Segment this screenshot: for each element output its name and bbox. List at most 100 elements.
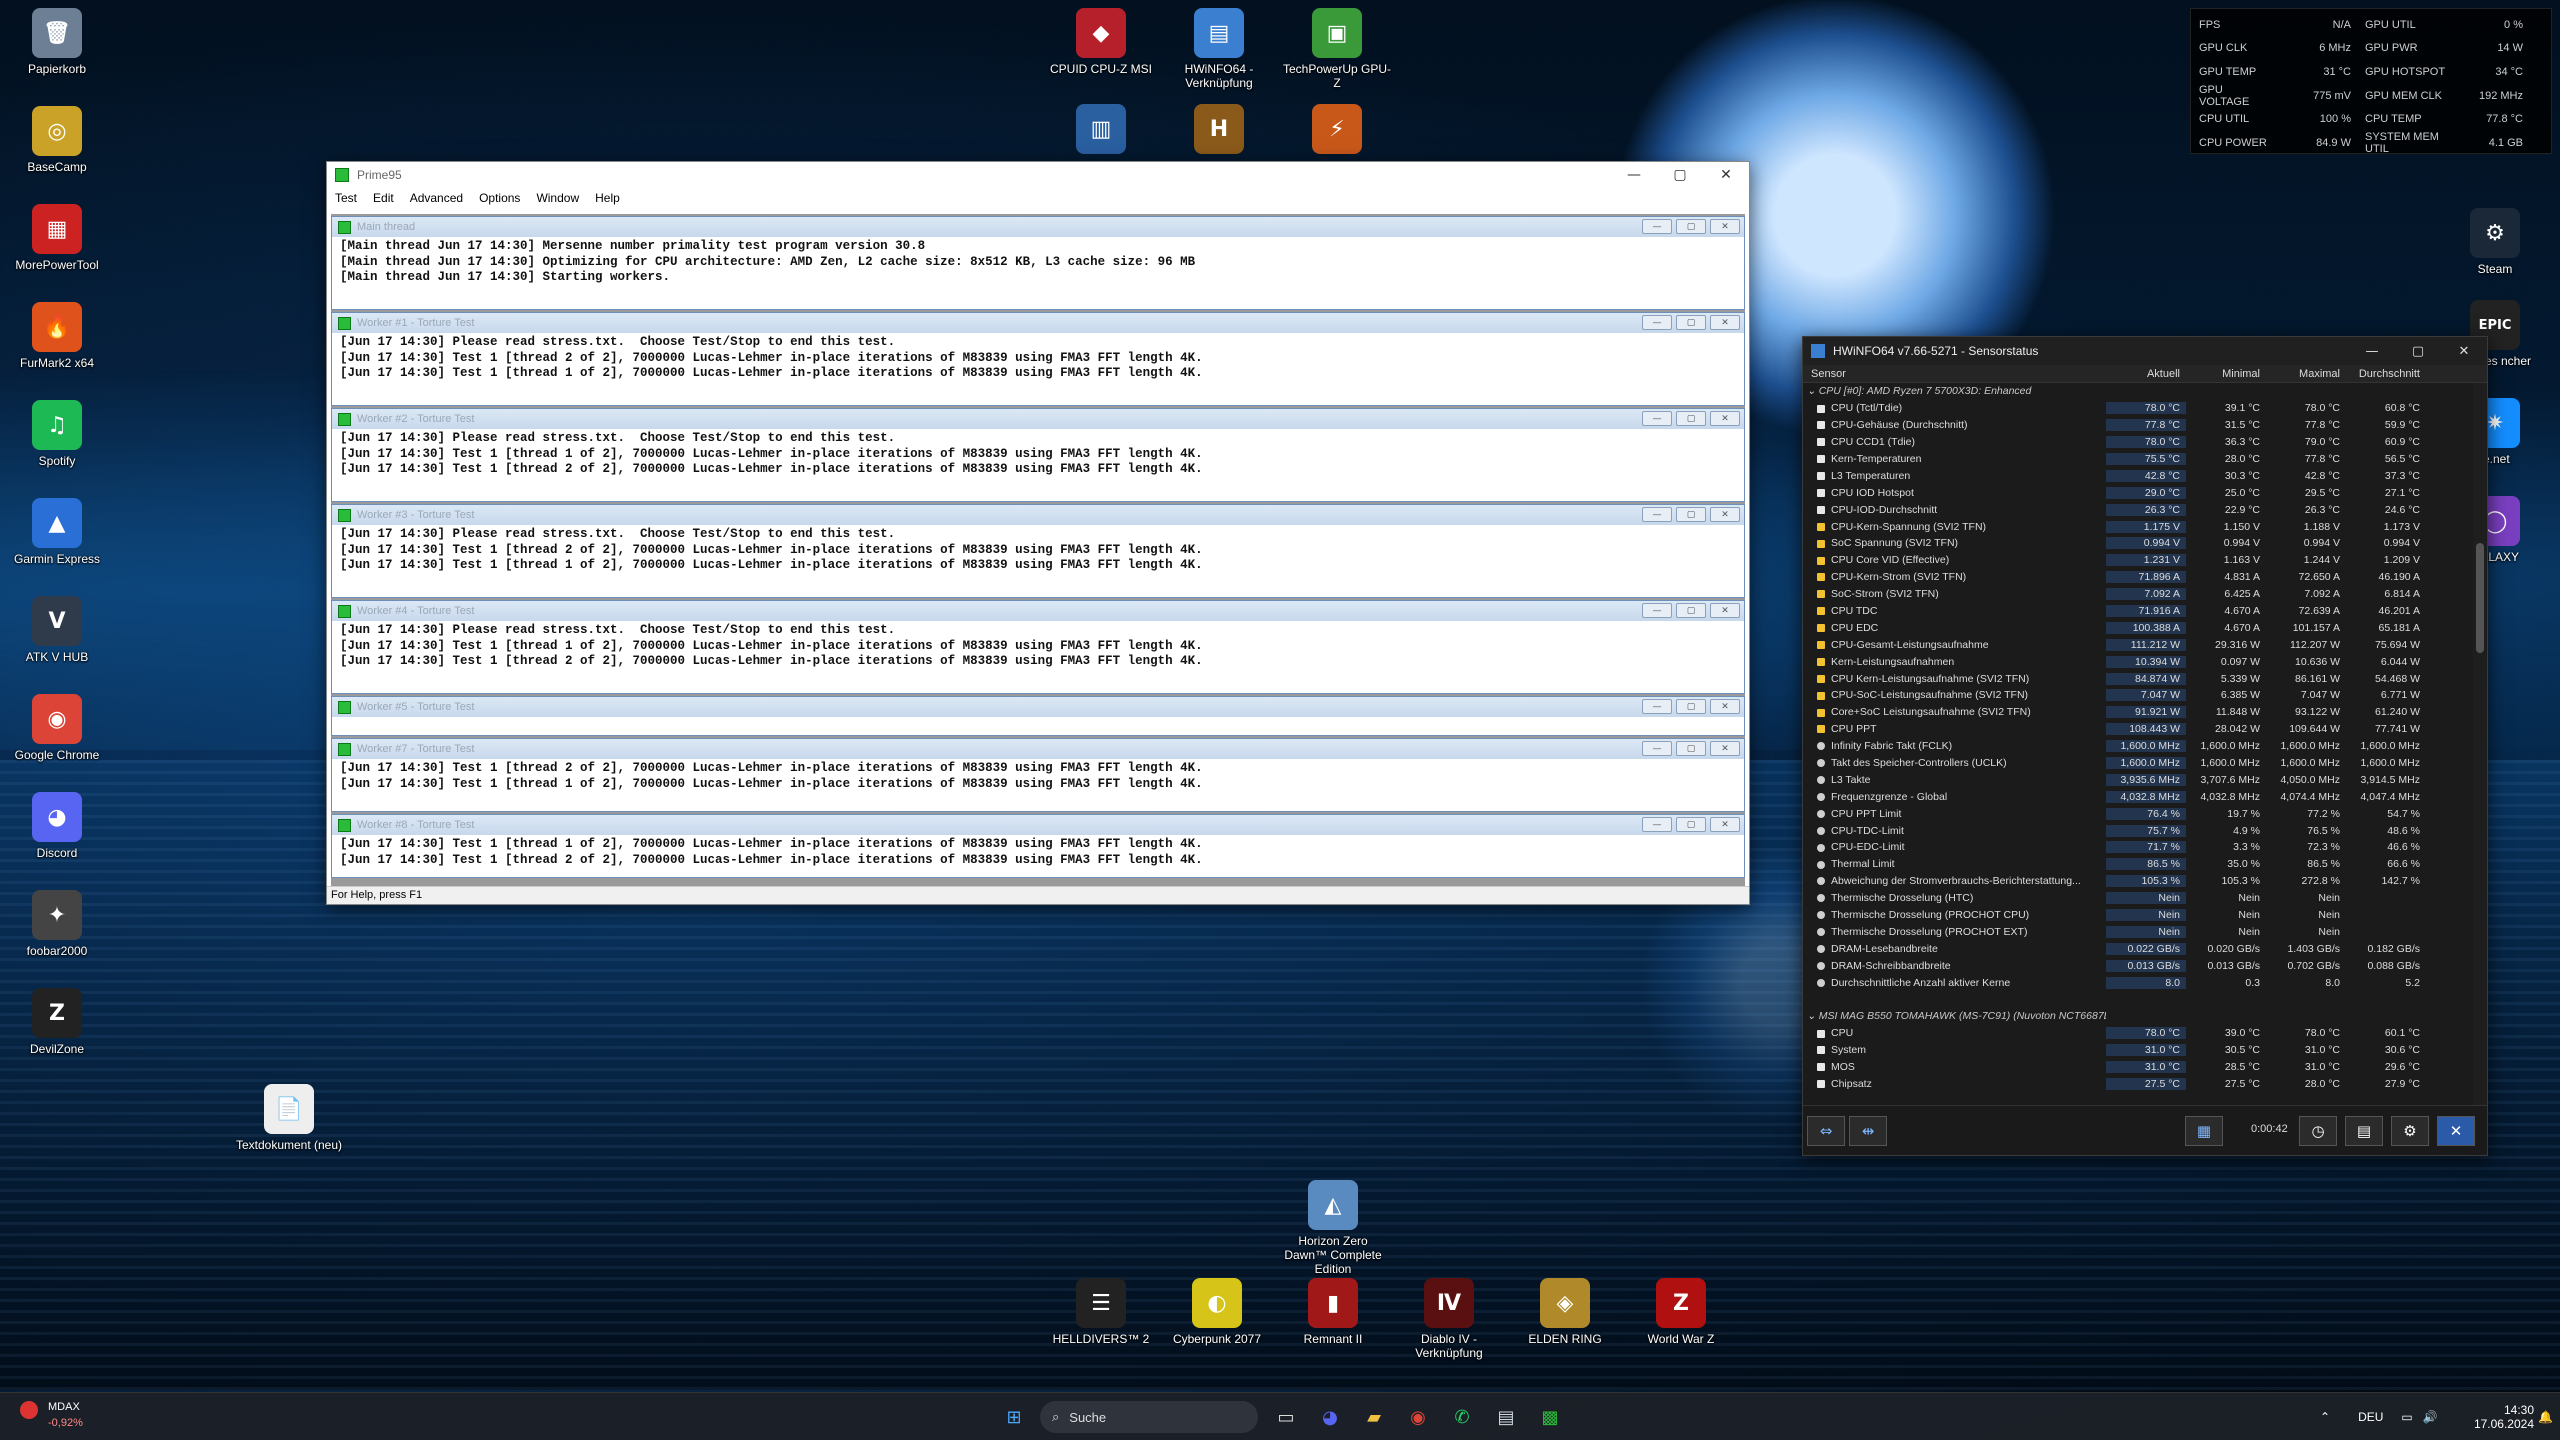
maximize-button[interactable]: ▢ (1676, 411, 1706, 426)
minimize-button[interactable]: — (1642, 817, 1672, 832)
sensor-row[interactable]: System 31.0 °C 30.5 °C 31.0 °C 30.6 °C (1803, 1042, 2473, 1059)
close-button[interactable]: ✕ (2441, 337, 2487, 365)
desktop-shortcut[interactable]: ✦ foobar2000 (2, 890, 112, 958)
maximize-button[interactable]: ▢ (1676, 219, 1706, 234)
menu-item-advanced[interactable]: Advanced (410, 191, 463, 205)
sensor-row[interactable]: DRAM-Lesebandbreite 0.022 GB/s 0.020 GB/s 1… (1803, 940, 2473, 957)
column-header-sensor[interactable]: Sensor (1803, 368, 2106, 380)
close-button[interactable]: ✕ (1710, 699, 1740, 714)
column-header-4[interactable]: Durchschnitt (2346, 368, 2426, 380)
worker-titlebar[interactable]: Worker #7 - Torture Test (332, 739, 1744, 759)
desktop-shortcut[interactable]: ♫ Spotify (2, 400, 112, 468)
sensor-row[interactable]: Infinity Fabric Takt (FCLK) 1,600.0 MHz 1,… (1803, 738, 2473, 755)
prime95-titlebar[interactable]: Prime95 (327, 162, 1749, 188)
desktop-shortcut[interactable]: Ⅳ Diablo IV - Verknüpfung (1394, 1278, 1504, 1360)
menu-item-edit[interactable]: Edit (373, 191, 394, 205)
desktop-shortcut[interactable]: ◕ Discord (2, 792, 112, 860)
log-report-button[interactable]: ▤ (2345, 1116, 2383, 1146)
sensor-group-row[interactable]: ⌄ CPU [#0]: AMD Ryzen 7 5700X3D: Enhance… (1803, 383, 2473, 400)
close-button[interactable]: ✕ (1710, 603, 1740, 618)
language-indicator[interactable]: DEU (2358, 1410, 2383, 1424)
task-view-icon[interactable]: ▭ (1270, 1401, 1302, 1433)
network-button[interactable]: ▦ (2185, 1116, 2223, 1146)
sensor-row[interactable]: CPU-EDC-Limit 71.7 % 3.3 % 72.3 % 46.6 % (1803, 839, 2473, 856)
sensor-row[interactable]: CPU-Kern-Spannung (SVI2 TFN) 1.175 V 1.150… (1803, 518, 2473, 535)
desktop-shortcut[interactable]: ◉ Google Chrome (2, 694, 112, 762)
desktop-shortcut[interactable]: ▲ Garmin Express (2, 498, 112, 566)
sensor-row[interactable]: Core+SoC Leistungsaufnahme (SVI2 TFN) 91.… (1803, 704, 2473, 721)
sensor-row[interactable]: CPU-IOD-Durchschnitt 26.3 °C 22.9 °C 26.3 °… (1803, 501, 2473, 518)
worker-titlebar[interactable]: Worker #5 - Torture Test (332, 697, 1744, 717)
stock-widget-label[interactable]: MDAX (48, 1401, 80, 1413)
sensor-row[interactable]: CPU PPT 108.443 W 28.042 W 109.644 W 77.741 … (1803, 721, 2473, 738)
minimize-button[interactable]: — (1642, 699, 1672, 714)
sensor-row[interactable]: CPU-TDC-Limit 75.7 % 4.9 % 76.5 % 48.6 % (1803, 822, 2473, 839)
file-explorer-icon[interactable]: ▰ (1358, 1401, 1390, 1433)
sensor-table[interactable]: ⌄ CPU [#0]: AMD Ryzen 7 5700X3D: Enhance… (1803, 383, 2473, 1105)
sensor-row[interactable]: CPU EDC 100.388 A 4.670 A 101.157 A 65.181 A (1803, 619, 2473, 636)
sensor-row[interactable]: DRAM-Schreibbandbreite 0.013 GB/s 0.013 GB… (1803, 957, 2473, 974)
minimize-button[interactable]: — (1642, 315, 1672, 330)
chrome-icon[interactable]: ◉ (1402, 1401, 1434, 1433)
sensor-row[interactable]: CPU-SoC-Leistungsaufnahme (SVI2 TFN) 7.04… (1803, 687, 2473, 704)
hwinfo-sensor-window[interactable]: HWiNFO64 v7.66-5271 - Sensorstatus — ▢ ✕… (1802, 336, 2488, 1156)
sensor-row[interactable]: SoC Spannung (SVI2 TFN) 0.994 V 0.994 V 0.9… (1803, 535, 2473, 552)
close-button[interactable]: ✕ (1710, 507, 1740, 522)
sensor-row[interactable]: CPU (Tctl/Tdie) 78.0 °C 39.1 °C 78.0 °C 60.8… (1803, 400, 2473, 417)
desktop-shortcut[interactable]: ◐ Cyberpunk 2077 (1162, 1278, 1272, 1346)
minimize-button[interactable]: — (1642, 603, 1672, 618)
desktop-shortcut[interactable]: Z DevilZone (2, 988, 112, 1056)
desktop-shortcut[interactable]: ◎ BaseCamp (2, 106, 112, 174)
sensor-row[interactable]: CPU CCD1 (Tdie) 78.0 °C 36.3 °C 79.0 °C 60.9… (1803, 434, 2473, 451)
maximize-button[interactable]: ▢ (1676, 741, 1706, 756)
desktop-shortcut[interactable]: ▦ MorePowerTool (2, 204, 112, 272)
taskbar-search[interactable]: ⌕ Suche (1040, 1401, 1258, 1433)
discord-icon[interactable]: ◕ (1314, 1401, 1346, 1433)
desktop-shortcut[interactable]: ◈ ELDEN RING (1510, 1278, 1620, 1346)
minimize-button[interactable]: — (1611, 162, 1657, 188)
worker-titlebar[interactable]: Main thread (332, 217, 1744, 237)
whatsapp-icon[interactable]: ✆ (1446, 1401, 1478, 1433)
sensor-row[interactable]: Thermal Limit 86.5 % 35.0 % 86.5 % 66.6 % (1803, 856, 2473, 873)
sensor-row[interactable] (1803, 991, 2473, 1008)
sensor-row[interactable]: Kern-Leistungsaufnahmen 10.394 W 0.097 W 10… (1803, 653, 2473, 670)
maximize-button[interactable]: ▢ (1676, 699, 1706, 714)
worker-titlebar[interactable]: Worker #2 - Torture Test (332, 409, 1744, 429)
volume-icon[interactable]: 🔊 (2423, 1410, 2438, 1424)
worker-window[interactable]: Worker #8 - Torture Test — ▢ ✕ [Jun 17 14:30… (331, 814, 1745, 878)
minimize-button[interactable]: — (1642, 219, 1672, 234)
sensor-row[interactable]: SoC-Strom (SVI2 TFN) 7.092 A 6.425 A 7.092 … (1803, 586, 2473, 603)
scrollbar-thumb[interactable] (2476, 543, 2484, 653)
close-button[interactable]: ✕ (1710, 411, 1740, 426)
sensor-row[interactable]: L3 Takte 3,935.6 MHz 3,707.6 MHz 4,050.0 MH… (1803, 771, 2473, 788)
maximize-button[interactable]: ▢ (1657, 162, 1703, 188)
desktop-shortcut[interactable]: H (1164, 104, 1274, 158)
desktop-shortcut[interactable]: 📄 Textdokument (neu) (234, 1084, 344, 1152)
desktop-shortcut[interactable]: Z World War Z (1626, 1278, 1736, 1346)
minimize-button[interactable]: — (1642, 507, 1672, 522)
column-header-1[interactable]: Aktuell (2106, 368, 2186, 380)
maximize-button[interactable]: ▢ (1676, 817, 1706, 832)
sensor-row[interactable]: Thermische Drosselung (PROCHOT CPU) Nein N… (1803, 907, 2473, 924)
column-header-3[interactable]: Maximal (2266, 368, 2346, 380)
prime95-window[interactable]: Prime95 — ▢ ✕ Test Edit Advanced Options Win… (326, 161, 1750, 905)
minimize-button[interactable]: — (2349, 337, 2395, 365)
menu-item-options[interactable]: Options (479, 191, 520, 205)
desktop-shortcut[interactable]: 🗑 Papierkorb (2, 8, 112, 76)
sensor-row[interactable]: Thermische Drosselung (PROCHOT EXT) Nein N… (1803, 924, 2473, 941)
worker-window[interactable]: Worker #1 - Torture Test — ▢ ✕ [Jun 17 14:30… (331, 312, 1745, 406)
expand-arrows-button[interactable]: ⇔ (1807, 1116, 1845, 1146)
tray-overflow-icon[interactable]: ⌃ (2320, 1410, 2330, 1424)
desktop-shortcut[interactable]: ▣ TechPowerUp GPU-Z (1282, 8, 1392, 90)
minimize-button[interactable]: — (1642, 741, 1672, 756)
worker-window[interactable]: Worker #7 - Torture Test — ▢ ✕ [Jun 17 14:30… (331, 738, 1745, 812)
desktop-shortcut[interactable]: ▮ Remnant II (1278, 1278, 1388, 1346)
worker-titlebar[interactable]: Worker #8 - Torture Test (332, 815, 1744, 835)
sensor-row[interactable]: Takt des Speicher-Controllers (UCLK) 1,60… (1803, 755, 2473, 772)
worker-titlebar[interactable]: Worker #3 - Torture Test (332, 505, 1744, 525)
desktop-shortcut[interactable]: 🔥 FurMark2 x64 (2, 302, 112, 370)
chevron-down-icon[interactable]: ⌄ (1807, 1010, 1819, 1022)
clock[interactable]: 14:30 17.06.2024 (2474, 1393, 2534, 1440)
menu-item-help[interactable]: Help (595, 191, 620, 205)
sensor-row[interactable]: Durchschnittliche Anzahl aktiver Kerne 8.… (1803, 974, 2473, 991)
